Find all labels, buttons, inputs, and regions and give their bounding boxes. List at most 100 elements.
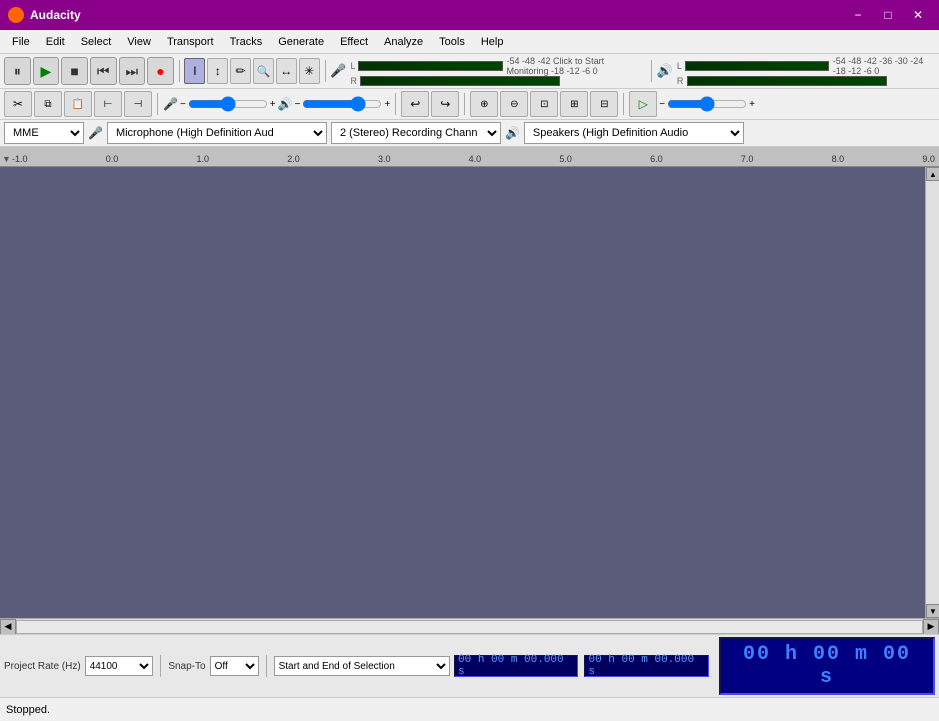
snap-to-select[interactable]: Off On [210, 656, 259, 676]
timeline-ruler: ▼ -1.0 0.0 1.0 2.0 3.0 4.0 5.0 6.0 7.0 8… [0, 147, 939, 167]
output-vu-meter: L -54 -48 -42 -36 -30 -24 -18 -12 -6 0 R [677, 56, 933, 86]
time-input-2-box: 00 h 00 m 00.000 s [584, 655, 708, 677]
project-rate-select[interactable]: 44100 22050 48000 [85, 656, 154, 676]
ruler-mark-5: 5.0 [559, 154, 572, 164]
titlebar: Audacity − □ ✕ [0, 0, 939, 30]
trim-button[interactable]: ⊢ [94, 91, 122, 117]
spk-vol-icon: 🔊 [278, 97, 293, 111]
ruler-mark-4: 4.0 [469, 154, 482, 164]
paste-button[interactable]: 📋 [64, 91, 92, 117]
bottom-sep2 [266, 655, 267, 677]
snap-to-label: Snap-To [168, 661, 205, 672]
spk-volume-slider[interactable] [302, 97, 382, 111]
vol-minus-label: − [180, 99, 186, 110]
statusbar: Stopped. [0, 697, 939, 721]
main-container: File Edit Select View Transport Tracks G… [0, 30, 939, 721]
ruler-mark-7: 7.0 [741, 154, 754, 164]
menu-select[interactable]: Select [73, 31, 120, 53]
vertical-scrollbar[interactable]: ▲ ▼ [925, 167, 939, 618]
speed-minus-label: − [659, 99, 665, 110]
menu-file[interactable]: File [4, 31, 38, 53]
menubar: File Edit Select View Transport Tracks G… [0, 30, 939, 54]
silence-button[interactable]: ⊣ [124, 91, 152, 117]
selection-format-select[interactable]: Start and End of Selection Start and Len… [274, 656, 450, 676]
ruler-mark-2: 2.0 [287, 154, 300, 164]
close-button[interactable]: ✕ [905, 5, 931, 25]
scroll-track-h[interactable] [16, 620, 923, 634]
ruler-mark-3: 3.0 [378, 154, 391, 164]
menu-transport[interactable]: Transport [159, 31, 222, 53]
scroll-right-button[interactable]: ▶ [923, 619, 939, 635]
record-button[interactable]: ● [147, 57, 174, 85]
ruler-mark-9: 9.0 [922, 154, 935, 164]
menu-generate[interactable]: Generate [270, 31, 332, 53]
undo-button[interactable]: ↩ [401, 91, 429, 117]
status-text: Stopped. [6, 704, 50, 716]
track-area[interactable]: ▲ ▼ [0, 167, 939, 618]
vu-right-bar [360, 76, 560, 86]
draw-tool-button[interactable]: ✏ [230, 58, 251, 84]
menu-help[interactable]: Help [473, 31, 512, 53]
channels-select[interactable]: 2 (Stereo) Recording Chann 1 (Mono) Reco… [331, 122, 501, 144]
separator2 [325, 60, 326, 82]
scroll-down-button[interactable]: ▼ [926, 604, 939, 618]
menu-tools[interactable]: Tools [431, 31, 473, 53]
time-input-2[interactable]: 00 h 00 m 00.000 s [588, 654, 704, 678]
minimize-button[interactable]: − [845, 5, 871, 25]
vu-out-label: -54 -48 -42 -36 -30 -24 -18 -12 -6 0 [833, 56, 933, 76]
ruler-mark-8: 8.0 [832, 154, 845, 164]
scroll-left-button[interactable]: ◀ [0, 619, 16, 635]
big-time-display: 00 h 00 m 00 s [719, 637, 935, 695]
zoom-tool-button[interactable]: 🔍 [253, 58, 274, 84]
stop-button[interactable]: ■ [61, 57, 88, 85]
separator4 [157, 93, 158, 115]
skip-end-button[interactable]: ⏭ [119, 57, 146, 85]
scroll-up-button[interactable]: ▲ [926, 167, 939, 181]
input-vu-meter: L -54 -48 -42 Click to Start Monitoring … [350, 56, 643, 86]
redo-button[interactable]: ↪ [431, 91, 459, 117]
zoom-sel-button[interactable]: ⊡ [530, 91, 558, 117]
vu-label-top: -54 -48 -42 Click to Start Monitoring -1… [507, 56, 644, 76]
multi-tool-button[interactable]: ✳ [299, 58, 320, 84]
spk-minus-label: − [295, 99, 301, 110]
cut-button[interactable]: ✂ [4, 91, 32, 117]
menu-tracks[interactable]: Tracks [222, 31, 271, 53]
menu-effect[interactable]: Effect [332, 31, 376, 53]
horizontal-scrollbar[interactable]: ◀ ▶ [0, 618, 939, 634]
menu-analyze[interactable]: Analyze [376, 31, 431, 53]
vu-out-left-label: L [677, 61, 683, 71]
bottom-toolbar: Project Rate (Hz) 44100 22050 48000 Snap… [0, 634, 939, 697]
timeshift-tool-button[interactable]: ↔ [276, 58, 297, 84]
maximize-button[interactable]: □ [875, 5, 901, 25]
time-input-1[interactable]: 00 h 00 m 00.000 s [458, 654, 574, 678]
mic-device-select[interactable]: Microphone (High Definition Aud [107, 122, 327, 144]
vu-left-bar [358, 61, 502, 71]
window-controls: − □ ✕ [845, 5, 931, 25]
app-icon [8, 7, 24, 23]
ruler-labels: -1.0 0.0 1.0 2.0 3.0 4.0 5.0 6.0 7.0 8.0… [8, 154, 939, 164]
menu-edit[interactable]: Edit [38, 31, 73, 53]
zoom-fit-v-button[interactable]: ⊟ [590, 91, 618, 117]
zoom-fit-button[interactable]: ⊞ [560, 91, 588, 117]
device-row: MME DirectSound WASAPI 🎤 Microphone (Hig… [0, 120, 939, 147]
ruler-mark--1: -1.0 [12, 154, 28, 164]
separator1 [179, 60, 180, 82]
play-button[interactable]: ▶ [33, 57, 60, 85]
envelope-tool-button[interactable]: ↕ [207, 58, 228, 84]
spk-device-select[interactable]: Speakers (High Definition Audio [524, 122, 744, 144]
menu-view[interactable]: View [119, 31, 159, 53]
selection-tool-button[interactable]: I [184, 58, 205, 84]
zoom-in-button[interactable]: ⊕ [470, 91, 498, 117]
play-at-speed-button[interactable]: ▷ [629, 91, 657, 117]
api-select[interactable]: MME DirectSound WASAPI [4, 122, 84, 144]
scroll-track-v[interactable] [926, 181, 939, 604]
zoom-out-button[interactable]: ⊖ [500, 91, 528, 117]
mic-volume-slider[interactable] [188, 97, 268, 111]
skip-start-button[interactable]: ⏮ [90, 57, 117, 85]
pause-button[interactable]: ⏸ [4, 57, 31, 85]
copy-button[interactable]: ⧉ [34, 91, 62, 117]
vu-right-label: R [350, 76, 358, 86]
mic-icon: 🎤 [330, 63, 346, 79]
vu-out-left-bar [685, 61, 829, 71]
speed-slider[interactable] [667, 97, 747, 111]
